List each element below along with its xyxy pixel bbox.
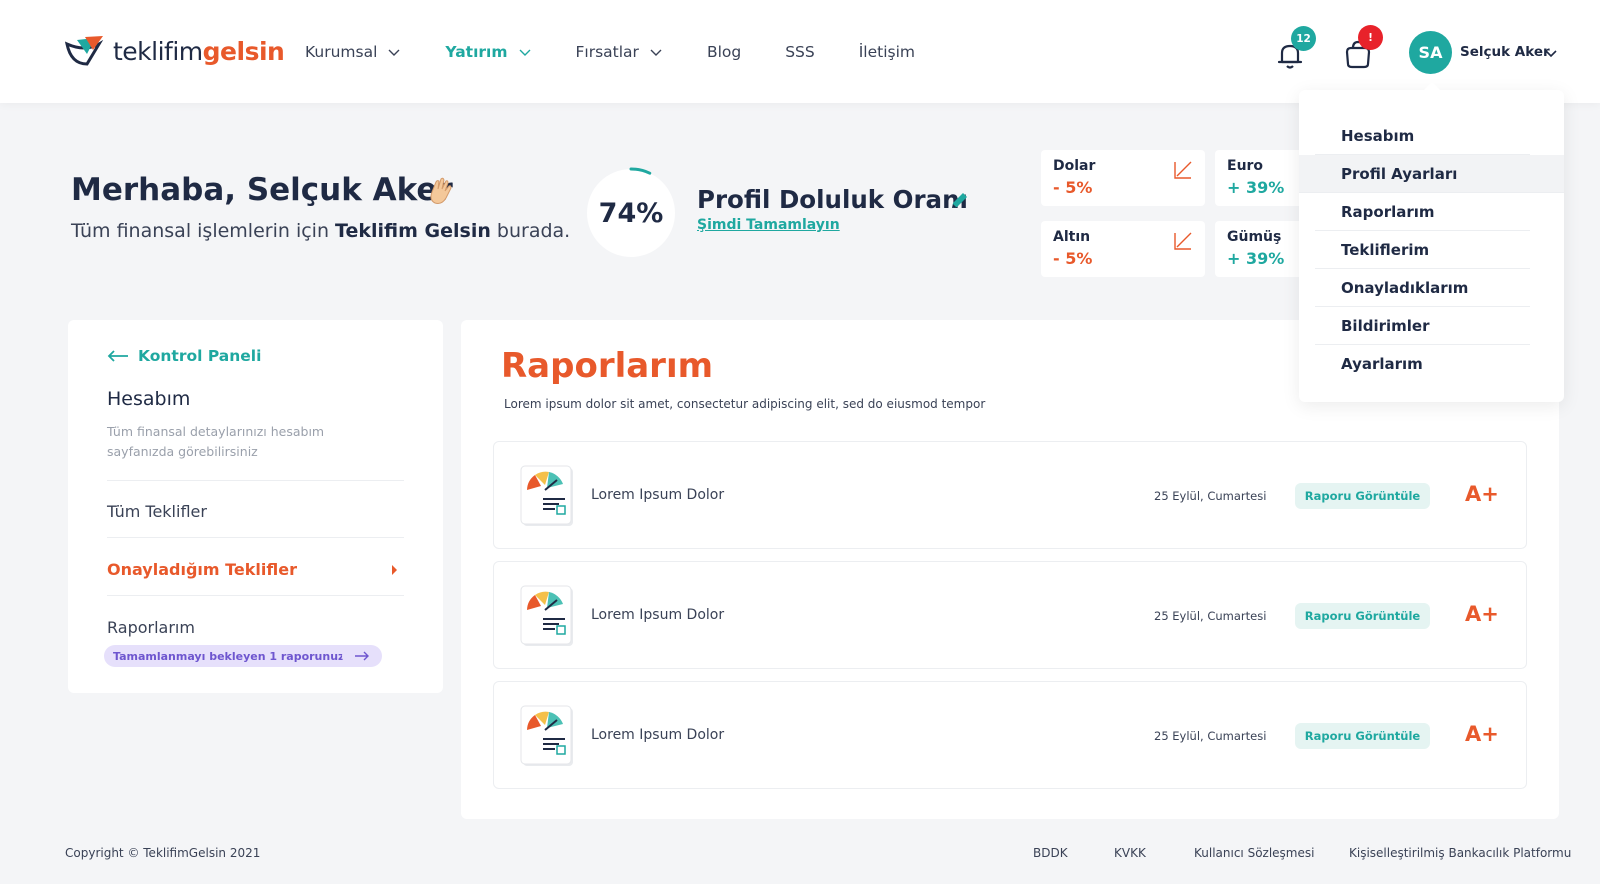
rate-value: + 39% (1227, 178, 1285, 197)
greeting-sub-text: Tüm finansal işlemlerin için (71, 220, 329, 242)
rate-value: + 39% (1227, 249, 1285, 268)
menu-item-bildirimler[interactable]: Bildirimler (1315, 307, 1530, 345)
nav-item-blog[interactable]: Blog (707, 43, 741, 61)
chevron-down-icon (649, 45, 663, 59)
menu-item-tekliflerim[interactable]: Tekliflerim (1315, 231, 1530, 269)
sidebar-description: Tüm finansal detaylarınızı hesabım sayfa… (107, 424, 325, 459)
user-dropdown-menu: Hesabım Profil Ayarları Raporlarım Tekli… (1299, 90, 1564, 402)
report-grade: A+ (1465, 602, 1499, 626)
rate-card-altin: Altın - 5% (1041, 221, 1205, 277)
menu-item-hesabim[interactable]: Hesabım (1315, 117, 1530, 155)
report-date: 25 Eylül, Cumartesi (1154, 729, 1267, 743)
nav-item-yatirim[interactable]: Yatırım (445, 43, 531, 61)
view-report-button[interactable]: Raporu Görüntüle (1295, 483, 1430, 509)
view-report-button[interactable]: Raporu Görüntüle (1295, 723, 1430, 749)
complete-profile-link[interactable]: Şimdi Tamamlayın (697, 217, 840, 233)
report-name: Lorem Ipsum Dolor (591, 487, 725, 503)
nav-item-iletisim[interactable]: İletişim (859, 43, 915, 61)
logo-text-part2: gelsin (202, 36, 285, 66)
cart-button[interactable]: ! (1341, 25, 1383, 72)
nav-label: Kurumsal (305, 43, 378, 61)
user-name[interactable]: Selçuk Aker (1460, 44, 1550, 60)
back-to-dashboard-link[interactable]: Kontrol Paneli (107, 347, 261, 365)
menu-item-raporlarim[interactable]: Raporlarım (1315, 193, 1530, 231)
trend-down-icon (1174, 161, 1192, 179)
sidebar-item-tum-teklifler[interactable]: Tüm Teklifler (107, 502, 207, 521)
back-link-label: Kontrol Paneli (138, 347, 262, 365)
notification-count-badge: 12 (1291, 26, 1316, 51)
rate-card-dolar: Dolar - 5% (1041, 150, 1205, 206)
report-document-icon (520, 705, 573, 766)
footer-link-kvkk[interactable]: KVKK (1114, 846, 1146, 860)
page-description: Lorem ipsum dolor sit amet, consectetur … (504, 397, 986, 411)
trend-down-icon (1174, 232, 1192, 250)
menu-item-onayladiklarim[interactable]: Onayladıklarım (1315, 269, 1530, 307)
profile-progress-circle: 74% (585, 167, 677, 259)
rate-value: - 5% (1053, 178, 1093, 197)
notification-button[interactable]: 12 (1273, 26, 1316, 72)
main-nav: Kurumsal Yatırım Fırsatlar Blog SSS İlet… (305, 43, 959, 61)
nav-item-sss[interactable]: SSS (785, 43, 815, 61)
report-grade: A+ (1465, 722, 1499, 746)
rate-name: Gümüş (1227, 229, 1282, 245)
nav-item-kurumsal[interactable]: Kurumsal (305, 43, 401, 61)
report-row: Lorem Ipsum Dolor 25 Eylül, Cumartesi Ra… (493, 441, 1527, 549)
report-document-icon (520, 465, 573, 526)
logo-mark-icon (64, 36, 104, 66)
rate-name: Dolar (1053, 158, 1096, 174)
nav-label: Yatırım (445, 43, 508, 61)
pencil-icon[interactable] (948, 190, 970, 212)
pending-report-go-button[interactable] (342, 645, 382, 667)
footer-link-bankacilik-platformu[interactable]: Kişiselleştirilmiş Bankacılık Platformu (1349, 846, 1571, 860)
top-header: teklifimgelsin Kurumsal Yatırım Fırsatla… (0, 0, 1600, 103)
greeting-title: Merhaba, Selçuk Aker (71, 172, 453, 208)
report-date: 25 Eylül, Cumartesi (1154, 609, 1267, 623)
greeting-sub-brand: Teklifim Gelsin (335, 220, 491, 242)
footer-link-kullanici-sozlesmesi[interactable]: Kullanıcı Sözleşmesi (1194, 846, 1314, 860)
logo-text-part1: teklifim (113, 36, 203, 66)
footer-link-bddk[interactable]: BDDK (1033, 846, 1068, 860)
nav-label: Fırsatlar (575, 43, 639, 61)
waving-hand-icon (430, 177, 452, 204)
menu-item-ayarlarim[interactable]: Ayarlarım (1315, 345, 1530, 383)
menu-item-profil-ayarlari[interactable]: Profil Ayarları (1299, 155, 1564, 193)
divider (107, 537, 404, 538)
chevron-down-icon (518, 45, 532, 59)
rate-name: Altın (1053, 229, 1091, 245)
dropdown-caret (1422, 82, 1442, 92)
report-grade: A+ (1465, 482, 1499, 506)
report-row: Lorem Ipsum Dolor 25 Eylül, Cumartesi Ra… (493, 561, 1527, 669)
page-title: Raporlarım (501, 346, 714, 386)
brand-logo[interactable]: teklifimgelsin (63, 34, 285, 68)
sidebar-item-onayladigim-teklifler[interactable]: Onayladığım Teklifler (107, 560, 297, 579)
sidebar-title: Hesabım (107, 388, 191, 410)
report-name: Lorem Ipsum Dolor (591, 607, 725, 623)
nav-item-firsatlar[interactable]: Fırsatlar (576, 43, 663, 61)
chevron-down-icon[interactable] (1545, 48, 1557, 58)
sidebar-item-raporlarim[interactable]: Raporlarım (107, 618, 195, 637)
arrow-right-icon (355, 651, 369, 661)
divider (107, 480, 404, 481)
pending-report-pill: Tamamlanmayı bekleyen 1 raporunuz var (104, 645, 378, 667)
view-report-button[interactable]: Raporu Görüntüle (1295, 603, 1430, 629)
cart-alert-badge: ! (1358, 25, 1383, 50)
profile-percent: 74% (598, 197, 664, 229)
report-row: Lorem Ipsum Dolor 25 Eylül, Cumartesi Ra… (493, 681, 1527, 789)
greeting-sub-text-end: burada. (496, 220, 571, 242)
logo-text: teklifimgelsin (113, 36, 285, 66)
caret-right-icon (392, 565, 397, 575)
greeting-subtitle: Tüm finansal işlemlerin için Teklifim Ge… (71, 220, 570, 242)
rate-value: - 5% (1053, 249, 1093, 268)
arrow-left-icon (107, 350, 128, 362)
report-name: Lorem Ipsum Dolor (591, 727, 725, 743)
report-date: 25 Eylül, Cumartesi (1154, 489, 1267, 503)
account-sidebar: Kontrol Paneli Hesabım Tüm finansal deta… (68, 320, 443, 693)
profile-completion-title: Profil Doluluk Oranı (697, 185, 968, 214)
rate-name: Euro (1227, 158, 1264, 174)
chevron-down-icon (387, 45, 401, 59)
avatar[interactable]: SA (1409, 31, 1452, 74)
report-document-icon (520, 585, 573, 646)
divider (107, 595, 404, 596)
footer-copyright: Copyright © TeklifimGelsin 2021 (65, 846, 261, 860)
